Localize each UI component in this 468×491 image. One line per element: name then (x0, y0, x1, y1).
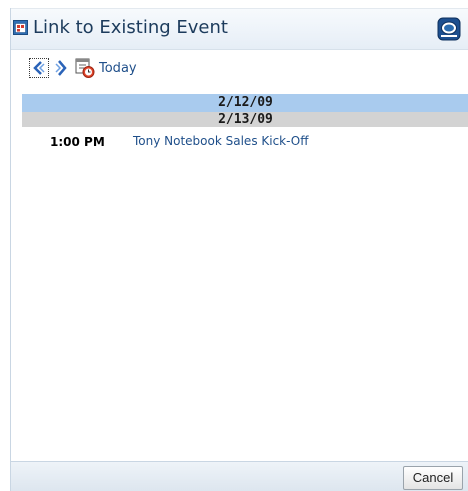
next-button[interactable] (55, 59, 69, 77)
day-header-selected[interactable]: 2/12/09 (22, 94, 468, 112)
close-icon[interactable] (437, 17, 461, 41)
dialog-footer: Cancel (11, 461, 468, 491)
event-row: 1:00 PM Tony Notebook Sales Kick-Off (22, 132, 468, 152)
cancel-button[interactable]: Cancel (403, 466, 463, 490)
event-time: 1:00 PM (50, 135, 105, 149)
dialog-titlebar: Link to Existing Event (11, 8, 468, 50)
chevron-right-icon (55, 60, 67, 76)
today-link[interactable]: Today (99, 61, 137, 76)
link-event-dialog: Link to Existing Event Today 2/12/09 2/1… (10, 8, 468, 491)
day-header: 2/13/09 (22, 112, 468, 127)
event-title-link[interactable]: Tony Notebook Sales Kick-Off (133, 134, 309, 148)
dialog-title: Link to Existing Event (33, 17, 228, 38)
calendar-clock-icon[interactable] (75, 57, 95, 79)
calendar-toolbar: Today (11, 54, 468, 84)
chevron-left-icon (33, 61, 45, 75)
previous-button[interactable] (29, 58, 49, 78)
calendar-event-icon (13, 20, 28, 35)
